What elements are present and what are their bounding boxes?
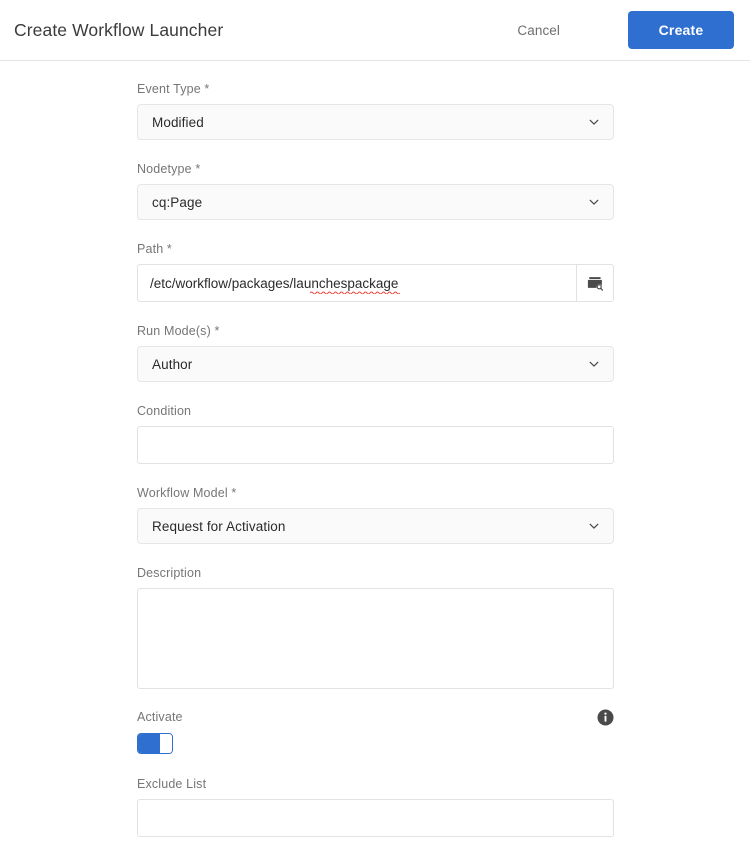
nodetype-select[interactable]: cq:Page [137, 184, 614, 220]
path-label: Path * [137, 242, 172, 256]
path-input-row [137, 264, 614, 302]
run-modes-value: Author [152, 356, 193, 372]
nodetype-value: cq:Page [152, 194, 203, 210]
field-nodetype: Nodetype * cq:Page [137, 162, 614, 220]
dialog-header: Create Workflow Launcher Cancel Create [0, 0, 750, 61]
exclude-list-label: Exclude List [137, 777, 207, 791]
chevron-down-icon [588, 520, 600, 532]
toggle-knob [160, 734, 172, 753]
path-browse-button[interactable] [576, 264, 614, 302]
chevron-down-icon [588, 196, 600, 208]
workflow-model-label: Workflow Model * [137, 486, 237, 500]
activate-label: Activate [137, 710, 183, 724]
description-label: Description [137, 566, 202, 580]
run-modes-select[interactable]: Author [137, 346, 614, 382]
condition-label: Condition [137, 404, 192, 418]
field-description: Description [137, 566, 614, 689]
field-event-type: Event Type * Modified [137, 82, 614, 140]
activate-label-row: Activate [137, 709, 614, 726]
path-input-wrapper [137, 264, 576, 302]
page-title: Create Workflow Launcher [14, 19, 224, 40]
field-condition: Condition [137, 404, 614, 464]
activate-toggle[interactable] [137, 733, 173, 754]
cancel-button[interactable]: Cancel [503, 15, 574, 46]
field-activate: Activate [137, 709, 614, 754]
event-type-value: Modified [152, 114, 204, 130]
toggle-track-fill [138, 734, 160, 753]
condition-input[interactable] [137, 426, 614, 464]
event-type-select[interactable]: Modified [137, 104, 614, 140]
create-button[interactable]: Create [628, 11, 734, 49]
info-icon[interactable] [597, 709, 614, 726]
launcher-form: Event Type * Modified Nodetype * cq:Page… [137, 82, 614, 859]
chevron-down-icon [588, 358, 600, 370]
chevron-down-icon [588, 116, 600, 128]
nodetype-label: Nodetype * [137, 162, 201, 176]
exclude-list-input[interactable] [137, 799, 614, 837]
field-run-modes: Run Mode(s) * Author [137, 324, 614, 382]
event-type-label: Event Type * [137, 82, 210, 96]
run-modes-label: Run Mode(s) * [137, 324, 220, 338]
description-textarea[interactable] [137, 588, 614, 689]
field-path: Path * [137, 242, 614, 302]
field-exclude-list: Exclude List [137, 777, 614, 837]
path-input[interactable] [137, 264, 576, 302]
folder-search-icon [586, 274, 605, 293]
workflow-model-select[interactable]: Request for Activation [137, 508, 614, 544]
field-workflow-model: Workflow Model * Request for Activation [137, 486, 614, 544]
workflow-model-value: Request for Activation [152, 518, 286, 534]
header-actions: Cancel Create [503, 11, 734, 49]
